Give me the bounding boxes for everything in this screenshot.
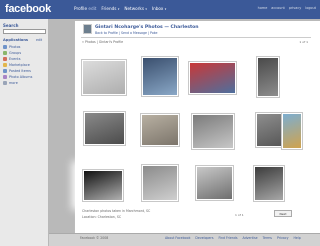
photo-thumbnail[interactable] [140,113,180,147]
photo-image [84,171,122,200]
nav-inbox-label: Inbox [151,6,164,11]
photo-thumbnail[interactable] [195,165,234,201]
photo-image [283,114,301,148]
avatar[interactable] [83,24,92,34]
photo-thumbnail[interactable] [188,61,237,95]
search-input[interactable] [3,29,46,34]
sidebar-item-events[interactable]: Events [3,56,20,61]
app-icon [3,44,7,49]
sidebar-item-photos[interactable]: Photos [3,44,20,49]
footer-link-developers[interactable]: Developers [195,236,213,240]
footer-link-help[interactable]: Help [294,236,301,240]
link-logout[interactable]: logout [305,6,316,10]
album-location: Location: Charleston, SC [82,215,122,219]
photo-thumbnail[interactable] [253,165,285,202]
link-home[interactable]: home [258,6,268,10]
photo-image [143,166,177,200]
sidebar-item-label: more [9,80,18,85]
nav-profile[interactable]: Profile edit [74,6,96,11]
photo-image [85,113,124,144]
nav-friends[interactable]: Friends ▾ [101,6,119,11]
photo-image [255,167,283,200]
footer-link-about[interactable]: About Facebook [165,236,190,240]
photo-image [143,58,177,95]
photo-thumbnail[interactable] [141,164,179,202]
app-icon [3,68,7,73]
footer-link-privacy[interactable]: Privacy [277,236,289,240]
top-bar: facebook Profile edit Friends ▾ Networks… [0,0,320,19]
sidebar-item-label: Posted Items [9,68,31,73]
sidebar-item-marketplace[interactable]: Marketplace [3,62,30,67]
sidebar-item-label: Marketplace [9,62,30,67]
sidebar-item-label: Groups [9,50,22,55]
link-account[interactable]: account [271,6,285,10]
sidebar-item-photo-albums[interactable]: Photo Albums [3,74,32,79]
facebook-logo[interactable]: facebook [5,3,51,15]
footer-link-find-friends[interactable]: Find Friends [218,236,237,240]
photo-image [193,115,233,148]
footer-link-advertise[interactable]: Advertise [243,236,258,240]
applications-heading: Applications [3,38,29,42]
chevron-down-icon[interactable]: ▾ [145,7,147,11]
sidebar-item-groups[interactable]: Groups [3,50,21,55]
photo-thumbnail[interactable] [281,112,303,150]
breadcrumb[interactable]: « Photos | Gintari's Profile [82,40,123,44]
footer-copyright: Facebook © 2008 [80,236,109,240]
photo-count: 1 of 1 [235,213,244,217]
nav-inbox[interactable]: Inbox ▾ [152,6,166,11]
app-icon [3,50,7,55]
search-label: Search [3,23,19,28]
app-icon [3,80,7,85]
account-links: home account privacy logout [258,6,316,10]
sidebar-item-label: Events [9,56,21,61]
app-icon [3,56,7,61]
photo-image [83,61,125,94]
applications-edit-link[interactable]: edit [36,38,42,42]
sidebar-item-label: Photo Albums [9,74,33,79]
nav-networks[interactable]: Networks ▾ [124,6,147,11]
album-caption: Charleston photos taken in Marchmont, SC [82,209,151,213]
footer-links: About Facebook Developers Find Friends A… [165,236,301,240]
app-icon [3,62,7,67]
footer-link-terms[interactable]: Terms [263,236,272,240]
nav-networks-label: Networks [124,6,145,11]
chevron-down-icon[interactable]: ▾ [165,7,167,11]
sidebar-item-posted-items[interactable]: Posted Items [3,68,31,73]
photo-thumbnail[interactable] [256,56,280,98]
photo-thumbnail[interactable] [81,59,127,96]
photo-thumbnail[interactable] [191,113,235,150]
main-nav: Profile edit Friends ▾ Networks ▾ Inbox … [74,6,166,11]
chevron-down-icon[interactable]: ▾ [118,7,120,11]
sidebar-item-label: Photos [9,44,21,49]
photo-image [257,114,283,146]
profile-links[interactable]: Back to Profile | Send a Message | Poke [95,31,158,35]
app-icon [3,74,7,79]
link-privacy[interactable]: privacy [289,6,301,10]
nav-profile-edit[interactable]: edit [88,6,96,11]
nav-profile-label: Profile [74,6,88,11]
nav-friends-label: Friends [101,6,117,11]
photo-image [142,115,178,145]
photo-image [197,167,232,199]
photo-thumbnail[interactable] [82,169,124,202]
page-count: 1 of 1 [299,40,308,44]
sidebar-item-more[interactable]: more [3,80,18,85]
divider [81,37,311,38]
photo-image [190,63,235,93]
photo-image [258,58,278,96]
sidebar: Search Applications edit Photos Groups Eve… [0,19,49,246]
photo-thumbnail[interactable] [83,111,126,146]
page-title: Gintari Ncoharge's Photos — Charleston [95,25,199,30]
next-button[interactable]: Next [274,210,292,217]
photo-thumbnail[interactable] [141,56,179,97]
